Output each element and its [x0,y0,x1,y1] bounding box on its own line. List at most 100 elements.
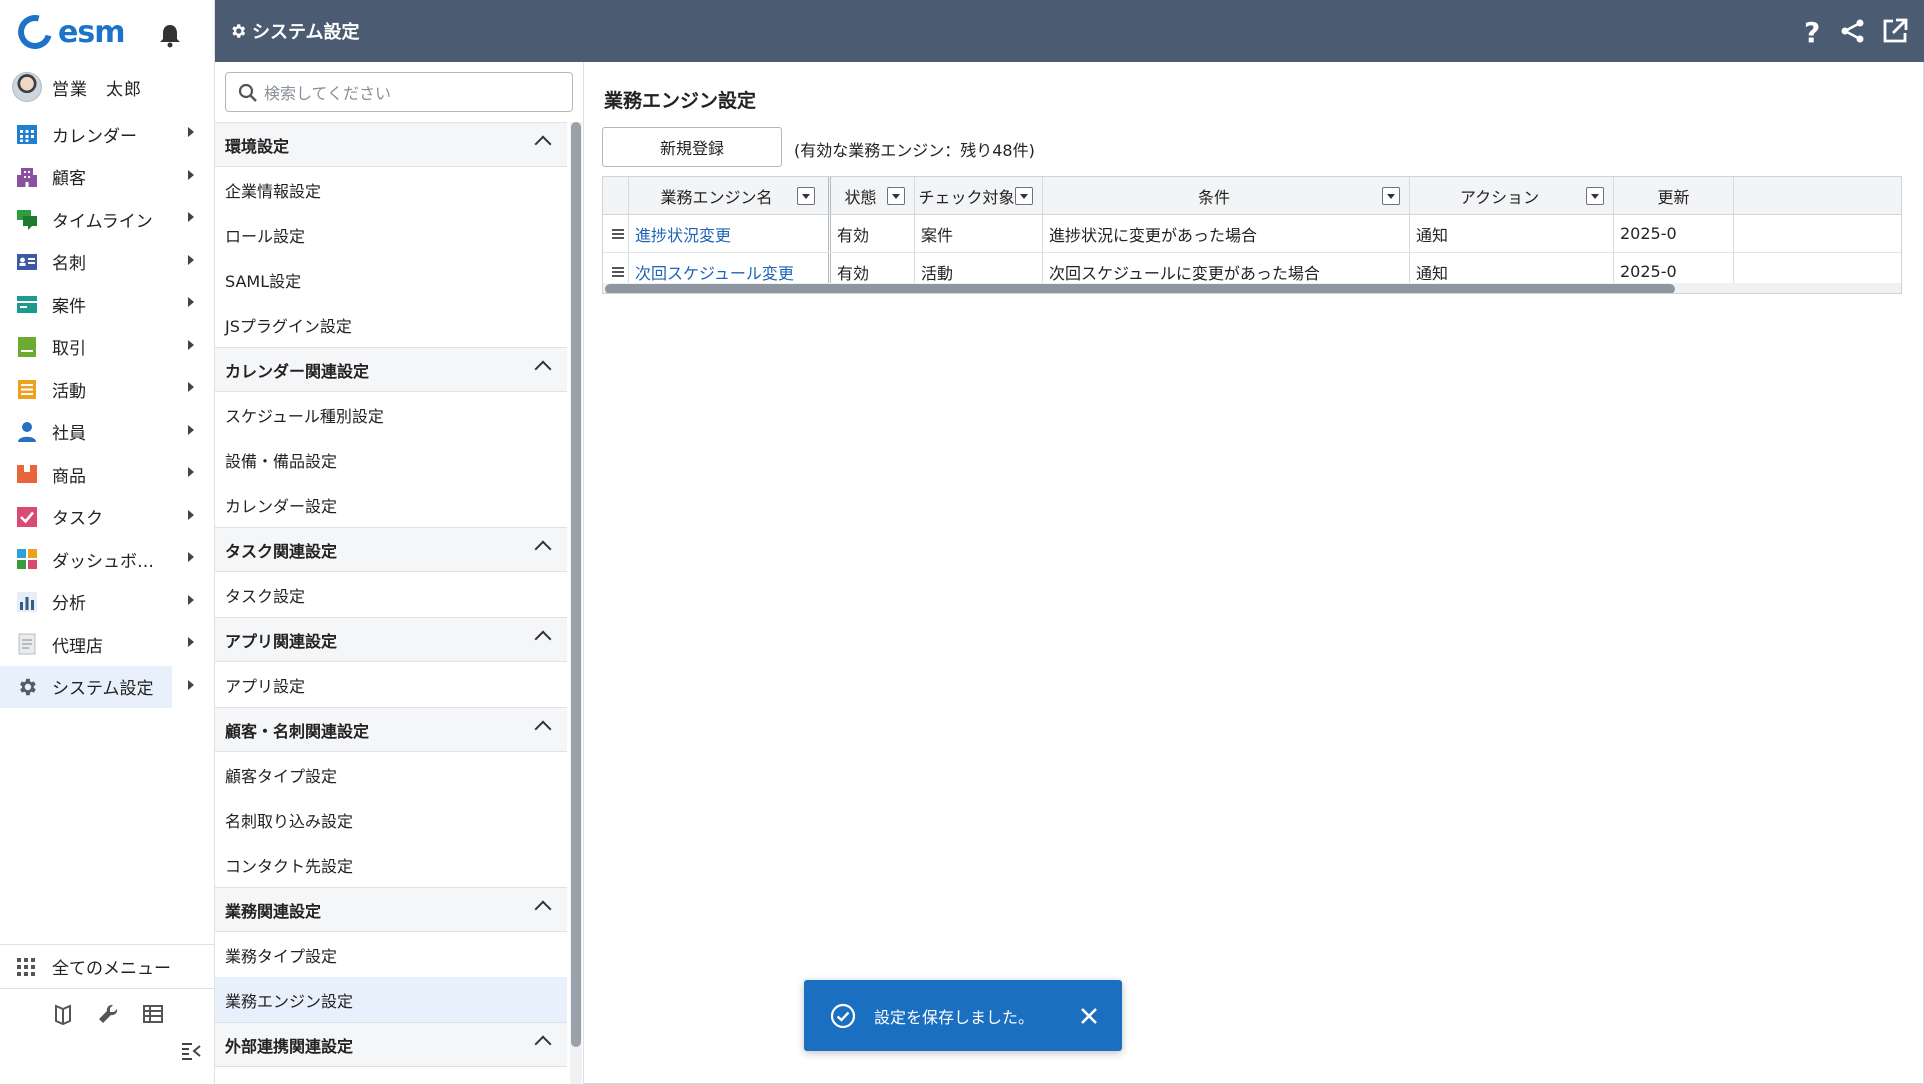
nav-item[interactable]: 案件 [0,283,214,326]
nav-item[interactable]: 代理店 [0,623,214,666]
column-header[interactable]: アクション [1410,177,1614,214]
user-profile[interactable]: 営業 太郎 [12,70,142,104]
settings-section-header[interactable]: 顧客・名刺関連設定 [215,707,567,752]
remaining-count: (有効な業務エンジン：残り48件) [794,141,1035,160]
column-header[interactable]: 更新 [1614,177,1734,214]
column-filter-dropdown[interactable] [1015,187,1033,205]
nav-item-label: 案件 [52,296,86,317]
settings-item[interactable]: 業務エンジン設定 [215,977,567,1022]
nav-item[interactable]: システム設定 [0,665,194,708]
bell-icon[interactable] [158,22,182,48]
settings-section-header[interactable]: カレンダー関連設定 [215,347,567,392]
chevron-right-icon [188,254,194,265]
column-filter-dropdown[interactable] [1586,187,1604,205]
settings-section-header[interactable]: 業務関連設定 [215,887,567,932]
table-scrollbar[interactable] [603,283,1901,293]
gear-icon [232,24,246,38]
nav-item-label: カレンダー [52,126,137,147]
nav-item[interactable]: タスク [0,496,214,539]
nav-item[interactable]: カレンダー [0,113,214,156]
column-header-label: 条件 [1197,187,1230,207]
drag-handle[interactable] [603,215,629,252]
nav-item[interactable]: タイムライン [0,198,214,241]
all-menu-button[interactable]: 全てのメニュー [0,944,214,988]
table-row[interactable]: 進捗状況変更 有効 案件 進捗状況に変更があった場合 通知 2025-0 [603,215,1901,253]
drag-handle-icon [612,229,624,239]
book-icon[interactable] [52,1003,74,1025]
column-header-label: 状態 [844,187,877,207]
chevron-up-icon [534,900,552,918]
settings-section-header[interactable]: 外部連携関連設定 [215,1022,567,1067]
column-header-label: アクション [1459,187,1540,207]
scrollbar-thumb[interactable] [571,122,581,1047]
chevron-up-icon [534,540,552,558]
open-external-icon[interactable] [1881,17,1909,45]
settings-item[interactable]: アプリ設定 [215,662,567,707]
settings-section-header[interactable]: タスク関連設定 [215,527,567,572]
help-icon[interactable]: ? [1797,17,1825,45]
column-header[interactable]: 業務エンジン名 [629,177,831,214]
nav-item-label: 代理店 [52,636,103,657]
nav-item[interactable]: 名刺 [0,241,214,284]
settings-section-header[interactable]: アプリ関連設定 [215,617,567,662]
share-icon[interactable] [1839,17,1867,45]
settings-item[interactable]: コンタクト先設定 [215,842,567,887]
user-name: 営業 太郎 [52,79,142,100]
table-scrollbar-thumb[interactable] [605,284,1675,293]
column-header[interactable]: 条件 [1043,177,1410,214]
card-icon [16,251,38,273]
main-content: 業務エンジン設定 新規登録 (有効な業務エンジン：残り48件) 業務エンジン名 状… [584,62,1924,1084]
chevron-right-icon [188,424,194,435]
settings-item[interactable]: ロール設定 [215,212,567,257]
chevron-right-icon [188,382,194,392]
settings-scrollbar[interactable] [570,122,582,1084]
nav-item[interactable]: 社員 [0,411,214,454]
settings-section-header[interactable]: 環境設定 [215,122,567,167]
engine-name-link[interactable]: 進捗状況変更 [629,215,831,252]
nav-item[interactable]: 取引 [0,326,214,369]
svg-text:?: ? [1804,17,1820,45]
column-header[interactable]: 状態 [831,177,915,214]
column-filter-dropdown[interactable] [1382,187,1400,205]
settings-search-input[interactable]: 検索してください [225,72,573,112]
chat-icon [16,208,38,231]
settings-item[interactable]: スケジュール種別設定 [215,392,567,437]
settings-item[interactable]: 顧客タイプ設定 [215,752,567,797]
table-icon[interactable] [142,1003,164,1025]
column-filter-dropdown[interactable] [887,187,905,205]
toast-notification: 設定を保存しました。 [804,980,1122,1051]
chevron-up-icon [534,1035,552,1053]
logo-text: esm [58,14,125,50]
column-header[interactable]: チェック対象 [915,177,1043,214]
briefcase-icon [16,293,38,315]
nav-item[interactable]: 分析 [0,581,214,624]
page-title: 業務エンジン設定 [604,90,757,112]
nav-item[interactable]: 商品 [0,453,214,496]
nav-item-label: 活動 [52,381,86,402]
collapse-nav-icon[interactable] [180,1040,202,1062]
nav-item-label: タスク [52,509,103,530]
esm-logo[interactable]: esm [11,8,125,56]
settings-item[interactable]: タスク設定 [215,572,567,617]
wrench-icon[interactable] [97,1003,119,1025]
nav-item[interactable]: ダッシュボ… [0,538,214,581]
column-filter-dropdown[interactable] [797,187,815,205]
engine-table: 業務エンジン名 状態 チェック対象 条件 アクション 更新 進捗状況変更 有効 案件 進捗状況に… [602,176,1902,294]
nav-item[interactable]: 活動 [0,368,214,411]
nav-item-label: ダッシュボ… [52,551,154,572]
settings-item[interactable]: 名刺取り込み設定 [215,797,567,842]
settings-item[interactable]: カレンダー設定 [215,482,567,527]
nav-item[interactable]: 顧客 [0,156,214,199]
settings-item[interactable]: 業務タイプ設定 [215,932,567,977]
settings-item[interactable]: JSプラグイン設定 [215,302,567,347]
settings-item[interactable]: SAML設定 [215,257,567,302]
settings-item[interactable]: 企業情報設定 [215,167,567,212]
table-header: 業務エンジン名 状態 チェック対象 条件 アクション 更新 [603,177,1901,215]
chevron-right-icon [188,637,194,647]
settings-item[interactable]: 設備・備品設定 [215,437,567,482]
nav-menu: カレンダー顧客 タイムライン 名刺案件取引活動社員商品タスクダッシュボ… 分析代理店シ… [0,113,214,708]
new-register-button[interactable]: 新規登録 [602,127,782,167]
box-icon [16,463,38,485]
close-icon[interactable] [1078,1005,1100,1027]
nav-item-label: 商品 [52,466,86,487]
